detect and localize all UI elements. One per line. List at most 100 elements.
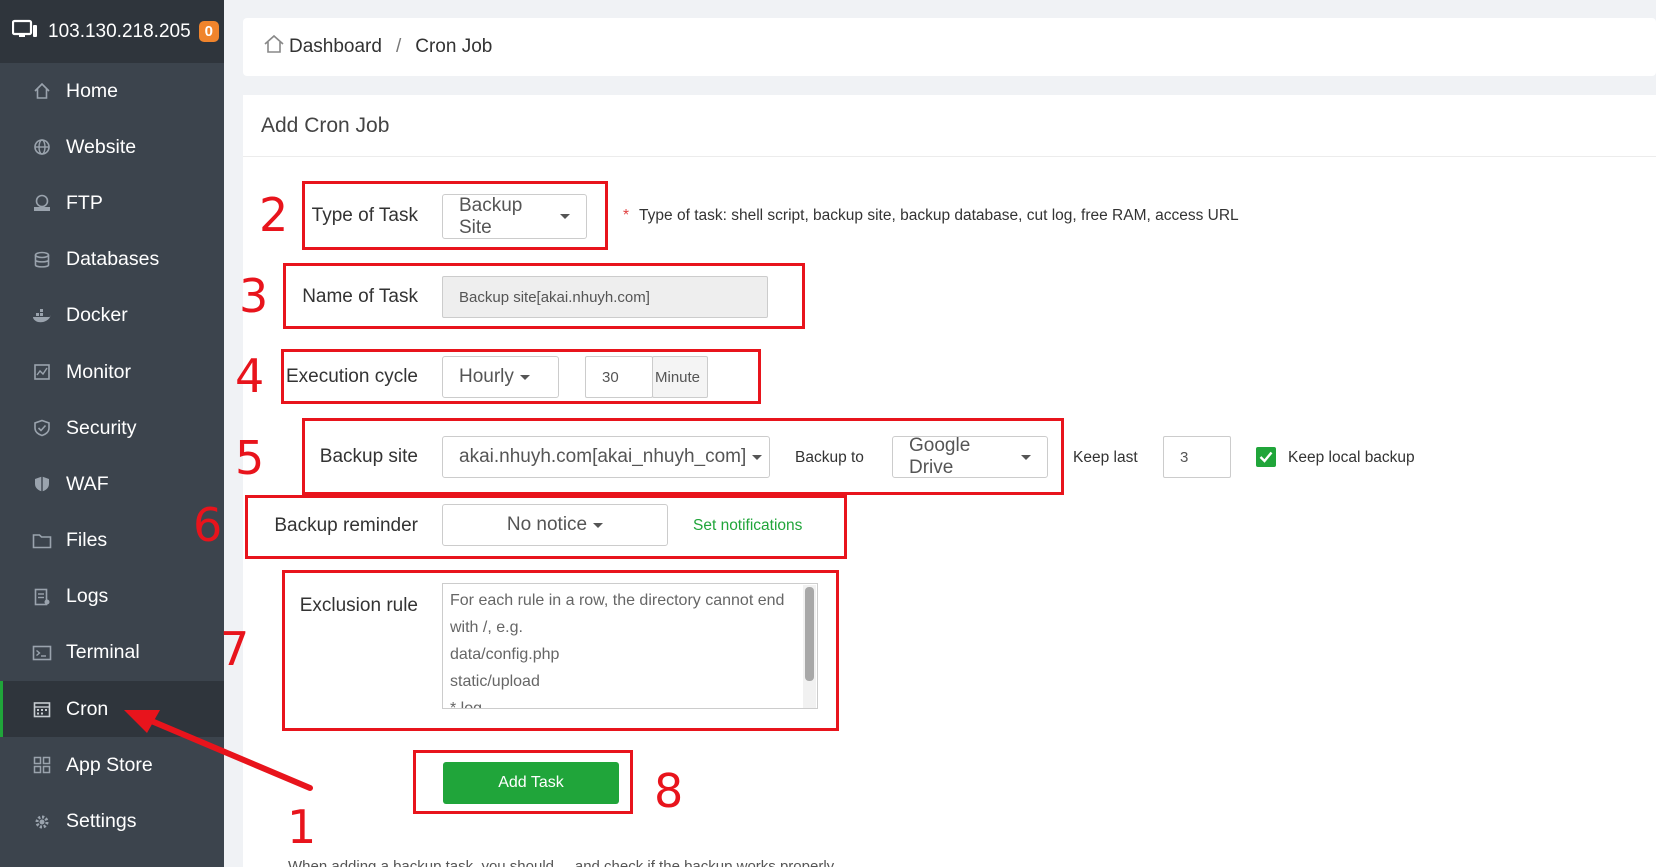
sidebar-item-label: Cron <box>66 697 109 720</box>
scroll-thumb[interactable] <box>805 587 814 681</box>
breadcrumb-current: Cron Job <box>415 36 493 57</box>
sidebar-item-label: Databases <box>66 248 160 271</box>
sidebar-item-label: Files <box>66 529 108 552</box>
waf-icon <box>32 474 52 494</box>
breadcrumb: Dashboard / Cron Job <box>243 18 1656 76</box>
sidebar-item-docker[interactable]: Docker <box>0 288 224 344</box>
annotation-number-5: 5 <box>235 431 265 485</box>
exclusion-label: Exclusion rule <box>299 595 418 616</box>
app-window: 103.130.218.205 0 Home Website FTP Database… <box>0 0 1656 867</box>
backup-site-label: Backup site <box>319 446 418 467</box>
sidebar-item-security[interactable]: Security <box>0 400 224 456</box>
reminder-value: No notice <box>506 514 588 535</box>
placeholder-line: *.log <box>450 700 483 709</box>
set-notifications-link[interactable]: Set notifications <box>693 517 802 535</box>
database-icon <box>32 250 52 270</box>
minute-input[interactable]: 30 <box>585 356 653 398</box>
keep-last-label: Keep last <box>1073 449 1138 466</box>
task-type-select[interactable]: Backup Site <box>442 194 587 239</box>
exclusion-textarea[interactable]: For each rule in a row, the directory ca… <box>442 583 818 709</box>
terminal-icon <box>32 643 52 663</box>
task-name-label: Name of Task <box>302 286 418 307</box>
annotation-number-1: 1 <box>287 800 317 854</box>
sidebar-item-terminal[interactable]: Terminal <box>0 625 224 681</box>
task-type-hint-text: Type of task: shell script, backup site,… <box>639 207 1239 224</box>
task-name-field[interactable]: Backup site[akai.nhuyh.com] <box>442 276 768 318</box>
chevron-down-icon <box>593 522 604 528</box>
sidebar: 103.130.218.205 0 Home Website FTP Database… <box>0 0 224 867</box>
sidebar-item-label: Settings <box>66 810 137 833</box>
execution-cycle-label: Execution cycle <box>285 366 418 387</box>
required-marker: * <box>623 207 630 224</box>
sidebar-item-label: Monitor <box>66 360 132 383</box>
keep-local-label: Keep local backup <box>1288 449 1415 466</box>
sidebar-item-label: Logs <box>66 585 109 608</box>
docker-icon <box>32 306 52 326</box>
shield-icon <box>32 418 52 438</box>
chevron-down-icon <box>560 214 570 219</box>
add-task-button[interactable]: Add Task <box>443 762 619 804</box>
sidebar-item-label: Home <box>66 79 119 102</box>
sidebar-item-databases[interactable]: Databases <box>0 232 224 288</box>
ftp-icon <box>32 193 52 213</box>
keep-last-input[interactable]: 3 <box>1163 436 1231 478</box>
breadcrumb-separator: / <box>395 36 402 57</box>
gear-icon <box>32 812 52 832</box>
keep-local-checkbox[interactable] <box>1256 447 1276 467</box>
sidebar-item-label: FTP <box>66 191 103 214</box>
backup-to-select[interactable]: Google Drive <box>892 435 1048 478</box>
backup-site-value: akai.nhuyh.com[akai_nhuyh_com] <box>459 446 747 467</box>
annotation-number-2: 2 <box>259 188 289 242</box>
sidebar-item-files[interactable]: Files <box>0 513 224 569</box>
home-icon <box>32 81 52 101</box>
sidebar-item-logs[interactable]: Logs <box>0 569 224 625</box>
sidebar-item-website[interactable]: Website <box>0 119 224 175</box>
annotation-number-6: 6 <box>193 498 223 552</box>
card-title: Add Cron Job <box>243 95 1656 157</box>
period-value: Hourly <box>459 366 514 387</box>
textarea-scrollbar[interactable] <box>803 585 816 708</box>
sidebar-item-label: App Store <box>66 753 153 776</box>
grid-icon <box>32 755 52 775</box>
sidebar-item-label: Docker <box>66 304 128 327</box>
chevron-down-icon <box>1021 454 1031 460</box>
period-select[interactable]: Hourly <box>442 356 559 398</box>
logs-icon <box>32 587 52 607</box>
sidebar-item-waf[interactable]: WAF <box>0 456 224 512</box>
sidebar-item-label: Security <box>66 416 137 439</box>
placeholder-line: For each rule in a row, the directory ca… <box>450 592 785 609</box>
server-header[interactable]: 103.130.218.205 0 <box>0 0 224 63</box>
home-icon[interactable] <box>263 34 285 60</box>
minute-unit-addon: Minute <box>652 356 708 398</box>
server-monitor-icon <box>11 19 38 45</box>
check-icon <box>1259 451 1273 463</box>
folder-icon <box>32 531 52 551</box>
backup-to-label: Backup to <box>795 449 864 466</box>
placeholder-line: data/config.php <box>450 646 560 663</box>
server-ip: 103.130.218.205 <box>48 20 191 42</box>
annotation-number-3: 3 <box>239 269 269 323</box>
chevron-down-icon <box>752 454 763 460</box>
breadcrumb-dashboard[interactable]: Dashboard <box>289 36 382 58</box>
sidebar-item-home[interactable]: Home <box>0 63 224 119</box>
sidebar-item-settings[interactable]: Settings <box>0 793 224 849</box>
placeholder-line: static/upload <box>450 673 540 690</box>
notification-badge[interactable]: 0 <box>198 21 219 42</box>
placeholder-line: with /, e.g. <box>450 619 523 636</box>
globe-icon <box>32 137 52 157</box>
backup-to-value: Google Drive <box>909 435 971 478</box>
sidebar-item-ftp[interactable]: FTP <box>0 175 224 231</box>
task-type-hint: * Type of task: shell script, backup site… <box>623 207 1239 225</box>
sidebar-item-monitor[interactable]: Monitor <box>0 344 224 400</box>
annotation-number-7: 7 <box>220 622 250 676</box>
sidebar-item-label: WAF <box>66 472 109 495</box>
calendar-icon <box>32 699 52 719</box>
monitor-icon <box>32 362 52 382</box>
task-type-value: Backup Site <box>459 194 523 238</box>
sidebar-nav: Home Website FTP Databases Docker Monitor Secu… <box>0 63 224 850</box>
reminder-select[interactable]: No notice <box>442 504 668 546</box>
backup-site-select[interactable]: akai.nhuyh.com[akai_nhuyh_com] <box>442 436 770 478</box>
sidebar-item-app-store[interactable]: App Store <box>0 737 224 793</box>
reminder-label: Backup reminder <box>274 515 418 536</box>
sidebar-item-cron[interactable]: Cron <box>0 681 224 738</box>
